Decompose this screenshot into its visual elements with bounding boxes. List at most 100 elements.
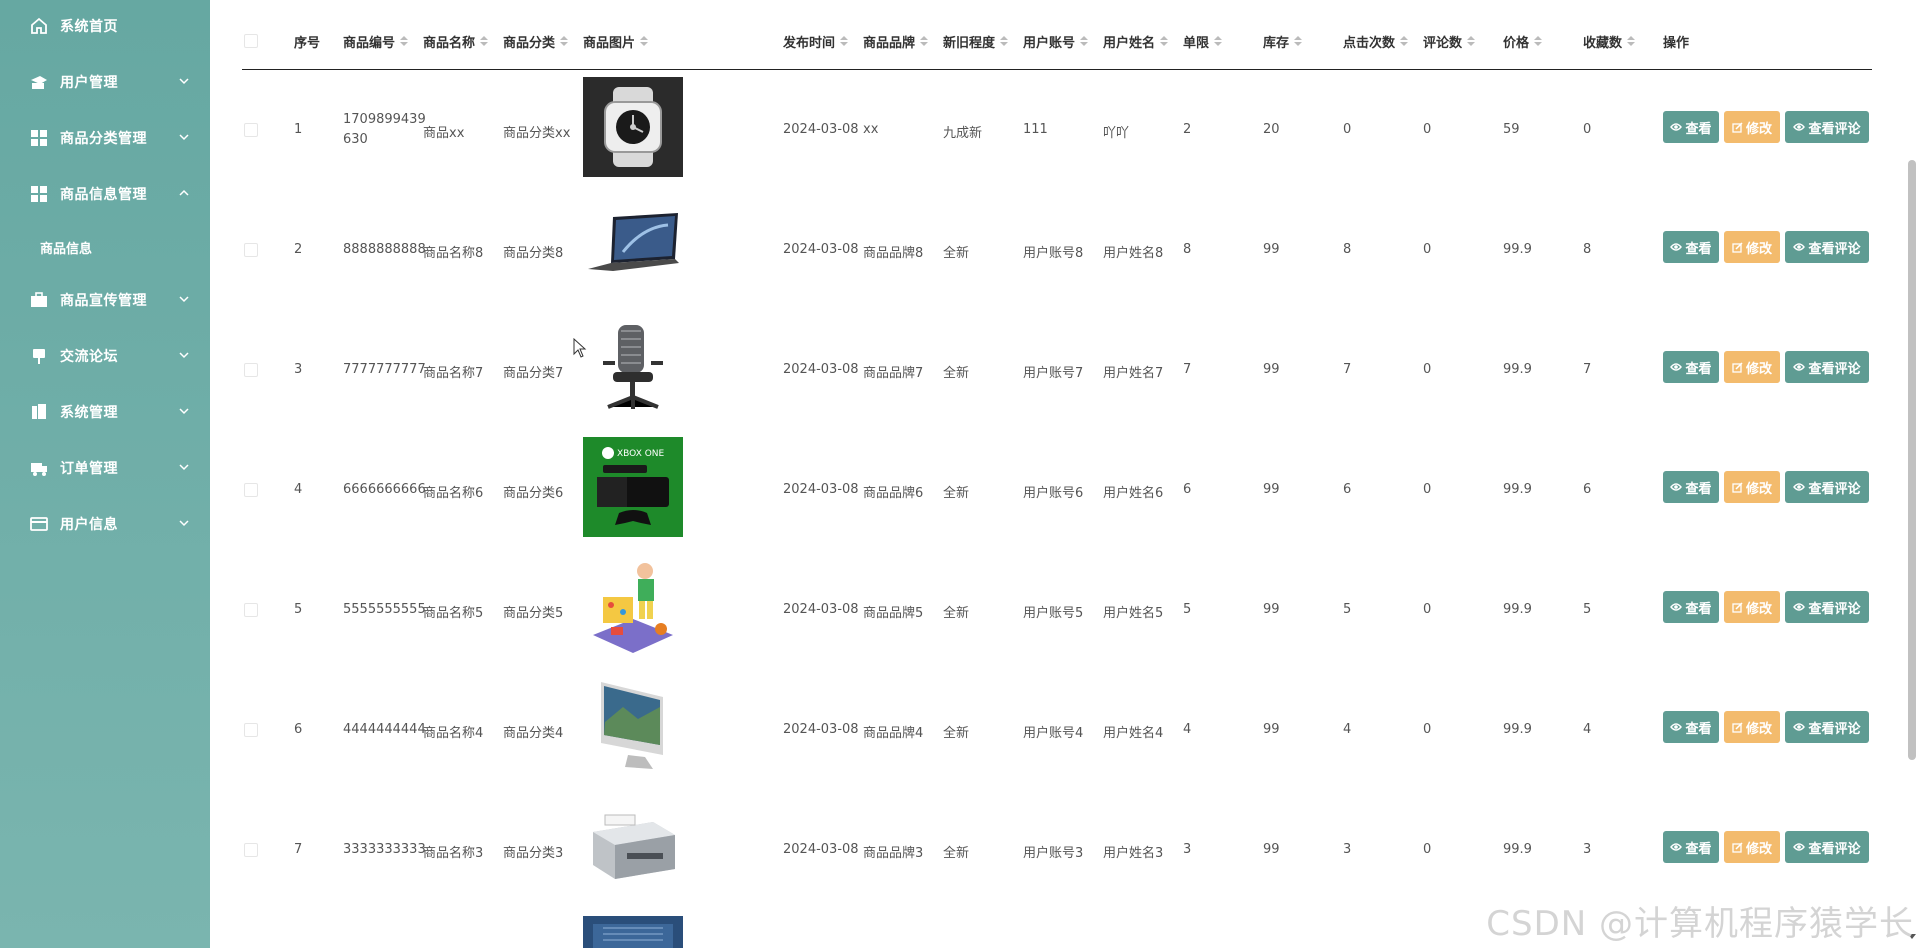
vertical-scrollbar[interactable] — [1908, 160, 1916, 760]
header-account[interactable]: 用户账号 — [1023, 32, 1089, 51]
sort-icon[interactable] — [1160, 35, 1169, 48]
user-group-icon — [30, 73, 48, 91]
sort-icon[interactable] — [920, 35, 929, 48]
header-clicks[interactable]: 点击次数 — [1343, 32, 1409, 51]
row-checkbox[interactable] — [244, 363, 258, 377]
sidebar-item-user-management[interactable]: 用户管理 — [0, 58, 210, 106]
edit-button[interactable]: 修改 — [1724, 831, 1780, 863]
header-brand[interactable]: 商品品牌 — [863, 32, 929, 51]
sort-icon[interactable] — [640, 35, 649, 48]
sidebar-item-system-management[interactable]: 系统管理 — [0, 388, 210, 436]
cell-clicks: 5 — [1343, 602, 1352, 617]
header-label: 商品编号 — [343, 36, 396, 51]
eye-icon — [1670, 482, 1683, 492]
cell-username: 吖吖 — [1103, 126, 1130, 141]
edit-button[interactable]: 修改 — [1724, 111, 1780, 143]
view-button[interactable]: 查看 — [1663, 711, 1719, 743]
row-checkbox[interactable] — [244, 603, 258, 617]
cell-category: 商品分类5 — [503, 606, 564, 621]
cell-favorites: 7 — [1583, 362, 1592, 377]
sort-icon[interactable] — [1214, 35, 1223, 48]
button-label: 查看评论 — [1808, 121, 1861, 137]
sort-icon[interactable] — [1294, 35, 1303, 48]
sort-icon[interactable] — [1534, 35, 1543, 48]
view-button[interactable]: 查看 — [1663, 111, 1719, 143]
edit-button[interactable]: 修改 — [1724, 351, 1780, 383]
edit-button[interactable]: 修改 — [1724, 231, 1780, 263]
sort-icon[interactable] — [560, 35, 569, 48]
header-date[interactable]: 发布时间 — [783, 32, 849, 51]
eye-icon — [1793, 842, 1806, 852]
header-name[interactable]: 商品名称 — [423, 32, 489, 51]
header-limit[interactable]: 单限 — [1183, 32, 1223, 51]
sidebar-item-order-management[interactable]: 订单管理 — [0, 444, 210, 492]
header-comments[interactable]: 评论数 — [1423, 32, 1476, 51]
view-button[interactable]: 查看 — [1663, 231, 1719, 263]
cell-username: 用户姓名6 — [1103, 486, 1164, 501]
cell-name: 商品名称7 — [423, 366, 484, 381]
cell-username: 用户姓名3 — [1103, 846, 1164, 861]
sidebar-item-forum[interactable]: 交流论坛 — [0, 332, 210, 380]
header-condition[interactable]: 新旧程度 — [943, 32, 1009, 51]
header-favorites[interactable]: 收藏数 — [1583, 32, 1636, 51]
sort-icon[interactable] — [1627, 35, 1636, 48]
cell-category: 商品分类4 — [503, 726, 564, 741]
cell-favorites: 6 — [1583, 482, 1592, 497]
sort-icon[interactable] — [480, 35, 489, 48]
sidebar-item-category-management[interactable]: 商品分类管理 — [0, 114, 210, 162]
sort-icon[interactable] — [400, 35, 409, 48]
sort-icon[interactable] — [1000, 35, 1009, 48]
view-comments-button[interactable]: 查看评论 — [1785, 351, 1869, 383]
cell-date: 2024-03-08 — [783, 722, 859, 737]
sidebar-item-label: 订单管理 — [60, 461, 118, 477]
button-label: 查看评论 — [1808, 841, 1861, 857]
view-button[interactable]: 查看 — [1663, 471, 1719, 503]
row-checkbox[interactable] — [244, 843, 258, 857]
sidebar-item-promotion-management[interactable]: 商品宣传管理 — [0, 276, 210, 324]
cell-code: 6666666666 — [343, 482, 426, 497]
cell-clicks: 4 — [1343, 722, 1352, 737]
header-code[interactable]: 商品编号 — [343, 32, 409, 51]
edit-button[interactable]: 修改 — [1724, 471, 1780, 503]
header-stock[interactable]: 库存 — [1263, 32, 1303, 51]
cell-username: 用户姓名7 — [1103, 366, 1164, 381]
view-comments-button[interactable]: 查看评论 — [1785, 711, 1869, 743]
sort-icon[interactable] — [1080, 35, 1089, 48]
sidebar-item-user-info[interactable]: 用户信息 — [0, 500, 210, 548]
sidebar-subitem-label: 商品信息 — [40, 241, 93, 257]
header-price[interactable]: 价格 — [1503, 32, 1543, 51]
eye-icon — [1670, 242, 1683, 252]
cell-code: 8888888888 — [343, 242, 426, 257]
view-button[interactable]: 查看 — [1663, 591, 1719, 623]
cell-limit: 8 — [1183, 242, 1192, 257]
sidebar-item-product-management[interactable]: 商品信息管理 — [0, 170, 210, 218]
cell-brand: xx — [863, 122, 879, 137]
row-checkbox[interactable] — [244, 483, 258, 497]
sort-icon[interactable] — [840, 35, 849, 48]
row-checkbox[interactable] — [244, 723, 258, 737]
view-comments-button[interactable]: 查看评论 — [1785, 471, 1869, 503]
cell-price: 99.9 — [1503, 482, 1532, 497]
view-button[interactable]: 查看 — [1663, 831, 1719, 863]
sidebar-item-home[interactable]: 系统首页 — [0, 2, 210, 50]
header-label: 用户姓名 — [1103, 36, 1156, 51]
eye-icon — [1793, 602, 1806, 612]
edit-button[interactable]: 修改 — [1724, 711, 1780, 743]
view-comments-button[interactable]: 查看评论 — [1785, 231, 1869, 263]
view-button[interactable]: 查看 — [1663, 351, 1719, 383]
select-all-checkbox[interactable] — [244, 34, 258, 48]
view-comments-button[interactable]: 查看评论 — [1785, 591, 1869, 623]
row-checkbox[interactable] — [244, 123, 258, 137]
sort-icon[interactable] — [1400, 35, 1409, 48]
header-username[interactable]: 用户姓名 — [1103, 32, 1169, 51]
header-category[interactable]: 商品分类 — [503, 32, 569, 51]
view-comments-button[interactable]: 查看评论 — [1785, 831, 1869, 863]
edit-button[interactable]: 修改 — [1724, 591, 1780, 623]
sidebar-subitem-product-info[interactable]: 商品信息 — [0, 225, 210, 269]
sidebar-item-label: 用户信息 — [60, 517, 118, 533]
header-image[interactable]: 商品图片 — [583, 32, 649, 51]
sort-icon[interactable] — [1467, 35, 1476, 48]
row-checkbox[interactable] — [244, 243, 258, 257]
view-comments-button[interactable]: 查看评论 — [1785, 111, 1869, 143]
button-label: 修改 — [1745, 841, 1772, 857]
